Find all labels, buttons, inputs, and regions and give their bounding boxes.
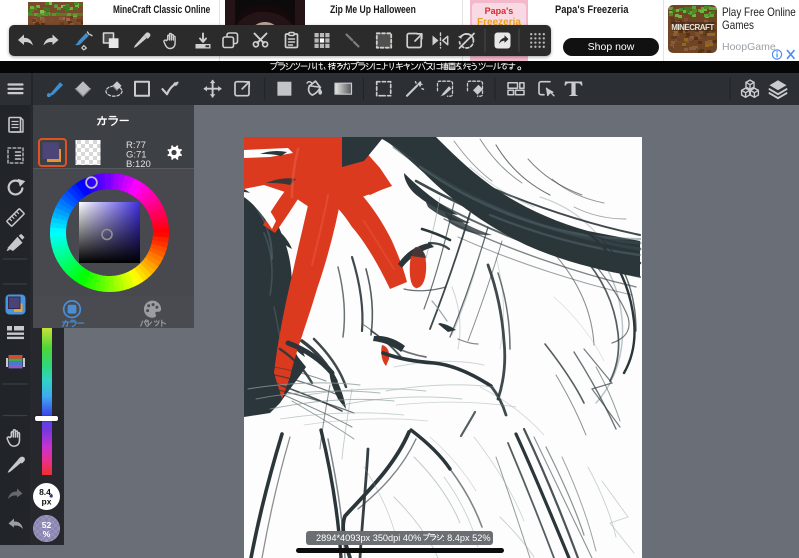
svg-text:: 8.4px 52%: : 8.4px 52% [442,533,491,543]
svg-text:px: px [42,496,52,506]
svg-text:B:120: B:120 [126,159,151,169]
svg-text:2894*4093px 350dpi 40%: 2894*4093px 350dpi 40% [316,533,421,543]
svg-text:Papa's: Papa's [485,6,514,16]
svg-text:%: % [43,529,51,539]
svg-text:MINECRAFT: MINECRAFT [671,23,714,32]
svg-text:8.4: 8.4 [39,487,51,497]
